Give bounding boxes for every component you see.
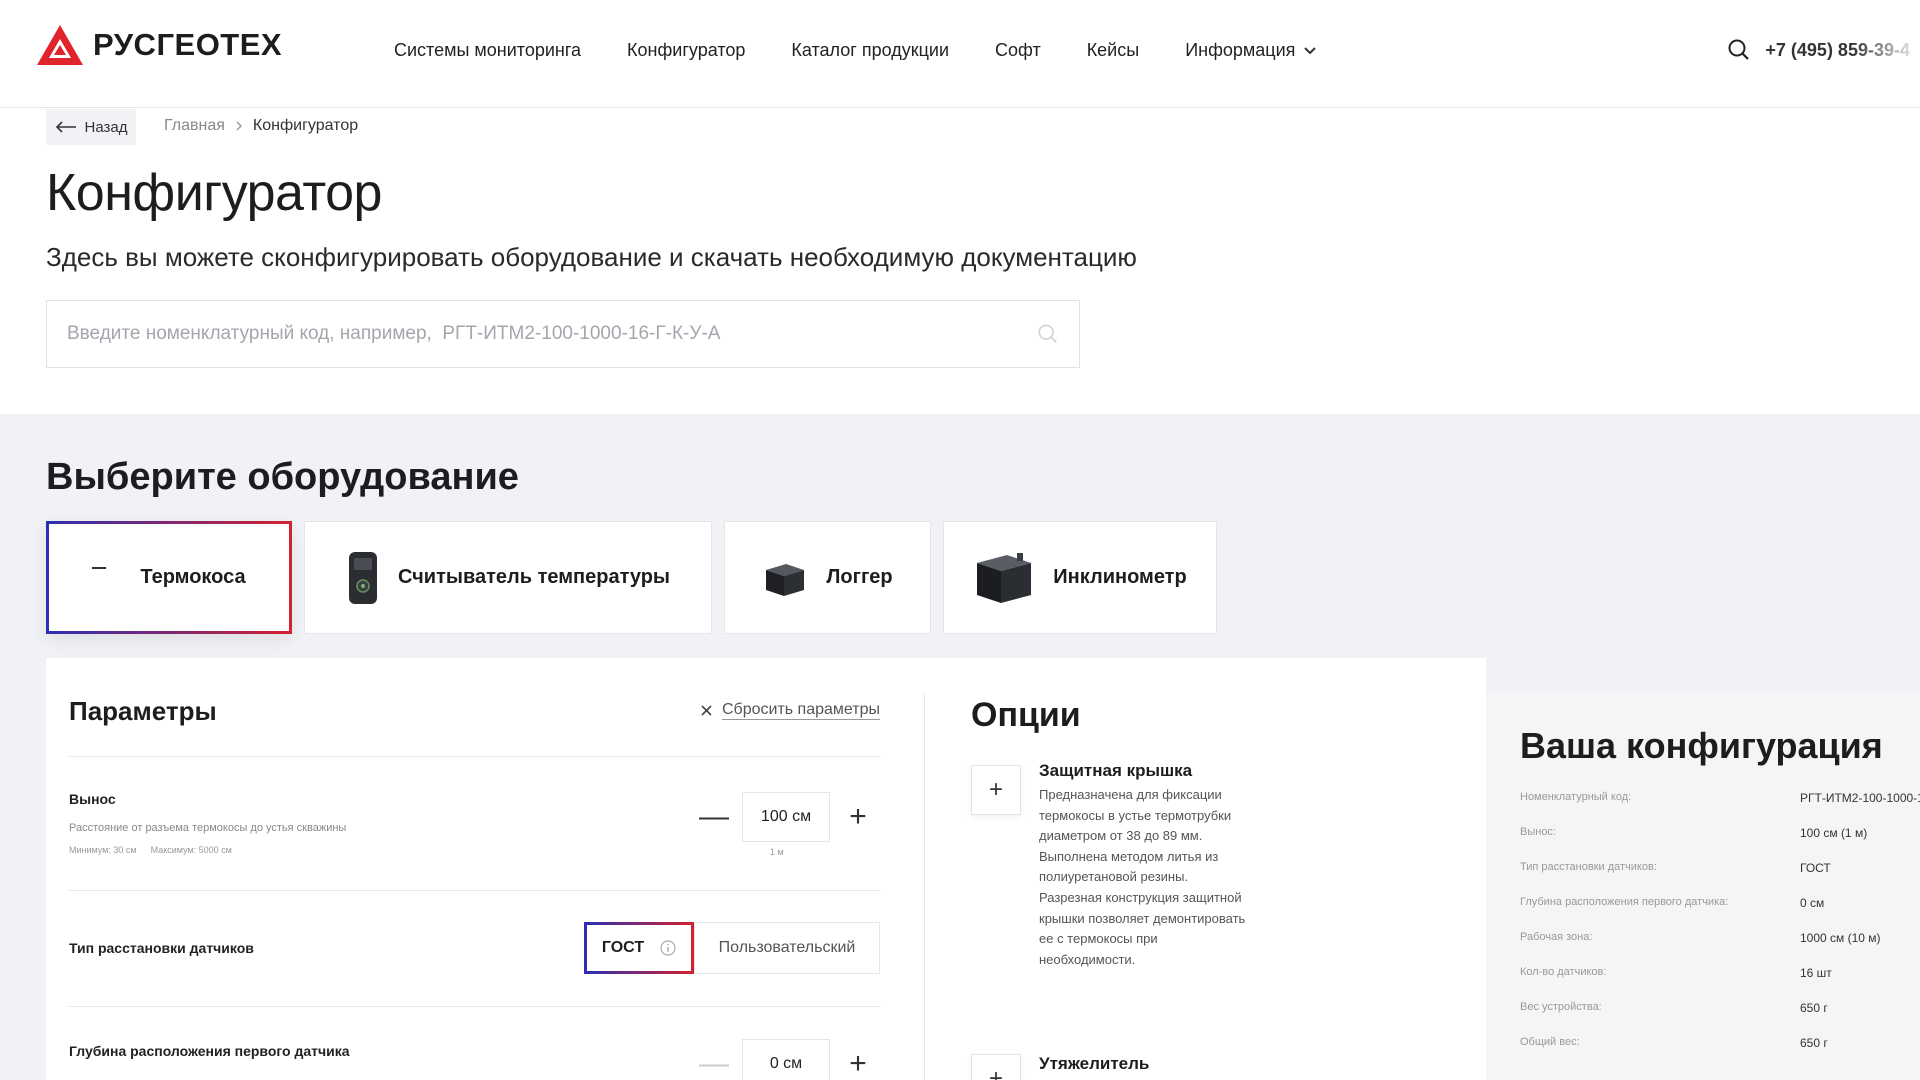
offset-sub-value: 1 м: [770, 847, 784, 857]
configuration-title: Ваша конфигурация: [1520, 725, 1883, 766]
offset-decrement-button[interactable]: —: [686, 792, 742, 842]
logo-icon: [37, 25, 83, 65]
config-key: Номенклатурный код:: [1520, 791, 1632, 803]
config-key: Тип расстановки датчиков:: [1520, 861, 1657, 873]
first-depth-decrement-button[interactable]: —: [686, 1039, 742, 1080]
config-key: Глубина расположения первого датчика:: [1520, 896, 1729, 908]
first-depth-value[interactable]: 0 см: [742, 1039, 830, 1080]
equipment-label: Считыватель температуры: [397, 566, 671, 588]
config-value: 100 см (1 м): [1800, 826, 1868, 840]
logo[interactable]: РУСГЕОТЕХ: [35, 22, 282, 68]
config-key: Общий вес:: [1520, 1036, 1580, 1048]
first-depth-label: Глубина расположения первого датчика: [69, 1043, 350, 1059]
main-nav: Системы мониторинга Конфигуратор Каталог…: [394, 40, 1317, 61]
breadcrumb-current: Конфигуратор: [252, 117, 359, 134]
option-name-weight: Утяжелитель: [1039, 1054, 1150, 1073]
site-header: РУСГЕОТЕХ Системы мониторинга Конфигурат…: [0, 0, 1920, 108]
config-key: Рабочая зона:: [1520, 931, 1593, 943]
breadcrumb: Главная Конфигуратор: [164, 117, 358, 135]
config-value: 0 см: [1800, 896, 1825, 910]
add-weight-button[interactable]: +: [971, 1054, 1021, 1080]
equipment-card-logger[interactable]: Логгер: [724, 521, 931, 634]
options-title: Опции: [971, 696, 1081, 734]
temp-reader-icon: [348, 551, 377, 604]
configuration-summary: Ваша конфигурация Номенклатурный код: РГ…: [1486, 693, 1920, 1080]
config-key: Кол-во датчиков:: [1520, 966, 1607, 978]
sensor-type-custom-option[interactable]: Пользовательский: [694, 922, 880, 974]
equipment-label: Термокоса: [140, 566, 246, 588]
reset-params-button[interactable]: Сбросить параметры: [701, 701, 880, 720]
sensor-type-label: Тип расстановки датчиков: [69, 940, 254, 956]
config-value: 1000 см (10 м): [1800, 931, 1881, 945]
nav-item-information-label: Информация: [1185, 40, 1296, 60]
offset-limits: Минимум: 30 см Максимум: 5000 см: [69, 845, 232, 855]
add-protective-cap-button[interactable]: +: [971, 765, 1021, 815]
chevron-right-icon: [236, 121, 242, 131]
header-right: +7 (495) 859-39-4: [1727, 38, 1910, 62]
config-value: 650 г: [1800, 1001, 1828, 1015]
offset-increment-button[interactable]: +: [830, 792, 886, 842]
config-value: РГТ-ИТМ2-100-1000-1: [1800, 791, 1920, 805]
equipment-section-title: Выберите оборудование: [46, 456, 519, 498]
nav-item-cases[interactable]: Кейсы: [1087, 40, 1140, 61]
equipment-card-thermocosa[interactable]: Термокоса: [46, 521, 292, 634]
arrow-left-icon: [55, 121, 76, 133]
offset-max: Максимум: 5000 см: [150, 845, 232, 855]
logo-text: РУСГЕОТЕХ: [93, 27, 283, 62]
nav-item-monitoring[interactable]: Системы мониторинга: [394, 40, 581, 61]
divider: [69, 1006, 881, 1007]
config-value: 16 шт: [1800, 966, 1832, 980]
first-depth-increment-button[interactable]: +: [830, 1039, 886, 1080]
first-depth-stepper: — 0 см +: [686, 1039, 886, 1080]
option-desc-protective-cap: Предназначена для фиксации термокосы в у…: [1039, 787, 1246, 967]
divider: [69, 890, 881, 891]
back-label: Назад: [84, 118, 128, 136]
sensor-type-toggle: ГОСТ Пользовательский: [584, 922, 880, 974]
sensor-type-gost-option[interactable]: ГОСТ: [584, 922, 694, 974]
offset-min: Минимум: 30 см: [69, 845, 137, 855]
gost-label: ГОСТ: [601, 939, 645, 956]
equipment-card-inclinometer[interactable]: Инклинометр: [943, 521, 1217, 634]
close-icon: [701, 705, 712, 716]
offset-label: Вынос: [69, 791, 116, 807]
option-name-protective-cap: Защитная крышка: [1039, 761, 1193, 780]
nav-item-catalog[interactable]: Каталог продукции: [791, 40, 949, 61]
thermocosa-icon: [92, 566, 107, 569]
parameters-panel: Параметры Сбросить параметры Вынос Расст…: [46, 658, 926, 1080]
back-button[interactable]: Назад: [46, 109, 136, 145]
reset-params-label: Сбросить параметры: [721, 701, 880, 720]
equipment-list: Термокоса Считыватель температуры Логгер…: [46, 521, 1217, 634]
config-key: Вес устройства:: [1520, 1001, 1602, 1013]
config-value: ГОСТ: [1800, 861, 1831, 875]
panel-divider: [924, 693, 925, 1080]
chevron-down-icon: [1304, 46, 1317, 54]
parameters-title: Параметры: [69, 696, 217, 726]
equipment-card-temp-reader[interactable]: Считыватель температуры: [304, 521, 712, 634]
phone-number[interactable]: +7 (495) 859-39-4: [1765, 40, 1910, 61]
offset-stepper: — 100 см +: [686, 792, 886, 842]
nomenclature-search: [46, 300, 1080, 368]
config-value: 650 г: [1800, 1036, 1828, 1050]
search-icon[interactable]: [1727, 38, 1751, 62]
inclinometer-icon: [977, 552, 1032, 603]
page-title: Конфигуратор: [46, 164, 382, 222]
nav-item-configurator[interactable]: Конфигуратор: [627, 40, 745, 61]
logger-icon: [766, 563, 805, 596]
search-icon[interactable]: [1037, 323, 1059, 345]
equipment-label: Логгер: [826, 566, 893, 588]
page-subtitle: Здесь вы можете сконфигурировать оборудо…: [46, 242, 1137, 272]
nav-item-software[interactable]: Софт: [995, 40, 1041, 61]
offset-value[interactable]: 100 см: [742, 792, 830, 842]
divider: [69, 756, 881, 757]
config-key: Вынос:: [1520, 826, 1556, 838]
breadcrumb-home[interactable]: Главная: [164, 117, 225, 135]
nav-item-information[interactable]: Информация: [1185, 40, 1317, 61]
options-panel: Опции + Защитная крышка Предназначена дл…: [926, 658, 1486, 1080]
nomenclature-search-input[interactable]: [67, 323, 1037, 345]
equipment-label: Инклинометр: [1053, 566, 1187, 588]
info-icon[interactable]: [660, 940, 676, 956]
offset-description: Расстояние от разъема термокосы до устья…: [69, 822, 347, 834]
